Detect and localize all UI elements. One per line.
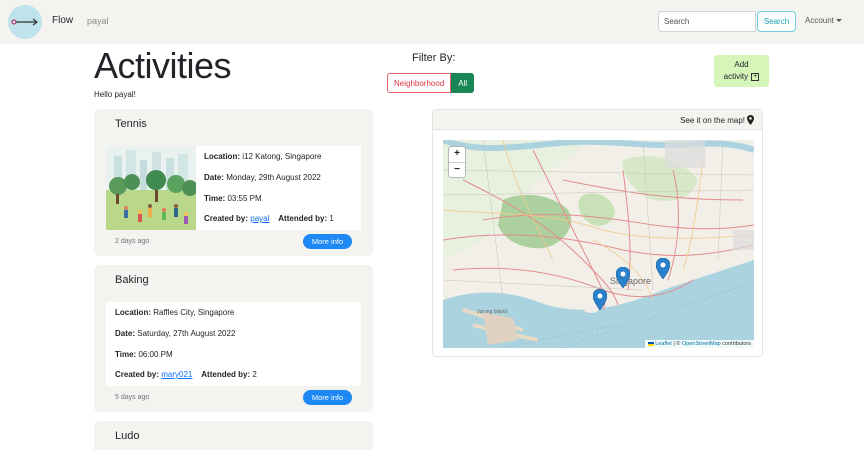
add-activity-label-line2: activity <box>723 72 749 81</box>
map-tiles: Singapore Jurong Island <box>443 140 754 348</box>
add-activity-label-line1: Add <box>734 60 749 69</box>
location-value: Raffles City, Singapore <box>153 308 235 317</box>
navbar: Flow payal Search Account <box>0 0 864 44</box>
created-by-label: Created by: <box>115 370 160 379</box>
filter-button-group: Neighborhood All <box>387 73 475 93</box>
map-panel: See it on the map! Singapore Jurong Isla… <box>432 109 763 357</box>
map-zoom-control: + − <box>448 146 466 178</box>
chevron-down-icon <box>835 19 842 23</box>
activity-title: Ludo <box>115 430 140 442</box>
more-info-button[interactable]: More info <box>303 390 352 405</box>
date-value: Monday, 29th August 2022 <box>226 173 321 182</box>
add-activity-button[interactable]: Add activity + <box>714 55 769 87</box>
osm-link[interactable]: OpenStreetMap <box>682 341 721 347</box>
leaflet-map[interactable]: Singapore Jurong Island + − Leaflet | © … <box>443 140 754 348</box>
filter-label: Filter By: <box>412 52 456 64</box>
zoom-in-button[interactable]: + <box>449 147 465 162</box>
date-row: Date: Saturday, 27th August 2022 <box>115 329 235 338</box>
location-label: Location: <box>115 308 151 317</box>
map-pin-icon <box>747 115 754 125</box>
location-value: i12 Katong, Singapore <box>242 152 322 161</box>
arrow-logo-icon <box>11 18 38 26</box>
attribution-tail: contributors <box>722 341 751 347</box>
activity-image <box>106 146 196 230</box>
logo[interactable] <box>8 5 42 39</box>
brand-name[interactable]: Flow <box>52 15 73 26</box>
greeting-text: Hello payal! <box>94 90 136 99</box>
activity-details: Location: i12 Katong, Singapore Date: Mo… <box>106 146 361 230</box>
time-value: 03:55 PM <box>227 194 262 203</box>
posted-time: 2 days ago <box>115 238 150 245</box>
creator-link[interactable]: payal <box>250 214 269 223</box>
date-label: Date: <box>115 329 136 338</box>
map-area-label: Jurong Island <box>477 309 507 315</box>
time-row: Time: 03:55 PM <box>204 194 262 203</box>
date-value: Saturday, 27th August 2022 <box>137 329 236 338</box>
time-label: Time: <box>115 350 137 359</box>
attribution-separator: | © <box>673 341 681 347</box>
more-info-button[interactable]: More info <box>303 234 352 249</box>
activity-title: Baking <box>115 274 149 286</box>
created-by-label: Created by: <box>204 214 249 223</box>
attended-count: 1 <box>329 214 334 223</box>
location-label: Location: <box>204 152 240 161</box>
time-row: Time: 06:00 PM <box>115 350 173 359</box>
location-row: Location: i12 Katong, Singapore <box>204 152 321 161</box>
map-marker-icon[interactable] <box>656 258 670 279</box>
attended-count: 2 <box>252 370 257 379</box>
account-dropdown[interactable]: Account <box>805 16 842 25</box>
plus-square-icon: + <box>751 72 760 81</box>
activity-card: Ludo <box>94 421 373 450</box>
search-input[interactable] <box>658 11 756 32</box>
zoom-out-button[interactable]: − <box>449 162 465 177</box>
activity-details: Location: Raffles City, Singapore Date: … <box>106 302 361 386</box>
ukraine-flag-icon <box>647 341 654 346</box>
activity-card: Tennis Location: i12 Katong, Singapore D… <box>94 109 373 256</box>
map-caption: See it on the map! <box>680 116 745 125</box>
creator-row: Created by: mary021 Attended by: 2 <box>115 370 257 379</box>
filter-all-button[interactable]: All <box>451 73 475 93</box>
search-button[interactable]: Search <box>757 11 796 32</box>
nav-username[interactable]: payal <box>87 16 109 26</box>
map-marker-icon[interactable] <box>616 267 630 288</box>
leaflet-link[interactable]: Leaflet <box>655 341 672 347</box>
activity-title: Tennis <box>115 118 147 130</box>
creator-link[interactable]: mary021 <box>161 370 192 379</box>
map-marker-icon[interactable] <box>593 289 607 310</box>
filter-neighborhood-button[interactable]: Neighborhood <box>387 73 452 93</box>
map-header: See it on the map! <box>433 110 762 130</box>
map-attribution: Leaflet | © OpenStreetMap contributors <box>644 340 754 348</box>
posted-time: 5 days ago <box>115 394 150 401</box>
creator-row: Created by: payal Attended by: 1 <box>204 214 334 223</box>
attended-by-label: Attended by: <box>201 370 251 379</box>
attended-by-label: Attended by: <box>278 214 328 223</box>
page-title: Activities <box>94 45 232 86</box>
activity-card: Baking Location: Raffles City, Singapore… <box>94 265 373 412</box>
date-label: Date: <box>204 173 225 182</box>
time-value: 06:00 PM <box>138 350 173 359</box>
time-label: Time: <box>204 194 226 203</box>
date-row: Date: Monday, 29th August 2022 <box>204 173 321 182</box>
location-row: Location: Raffles City, Singapore <box>115 308 234 317</box>
account-label: Account <box>805 16 834 25</box>
